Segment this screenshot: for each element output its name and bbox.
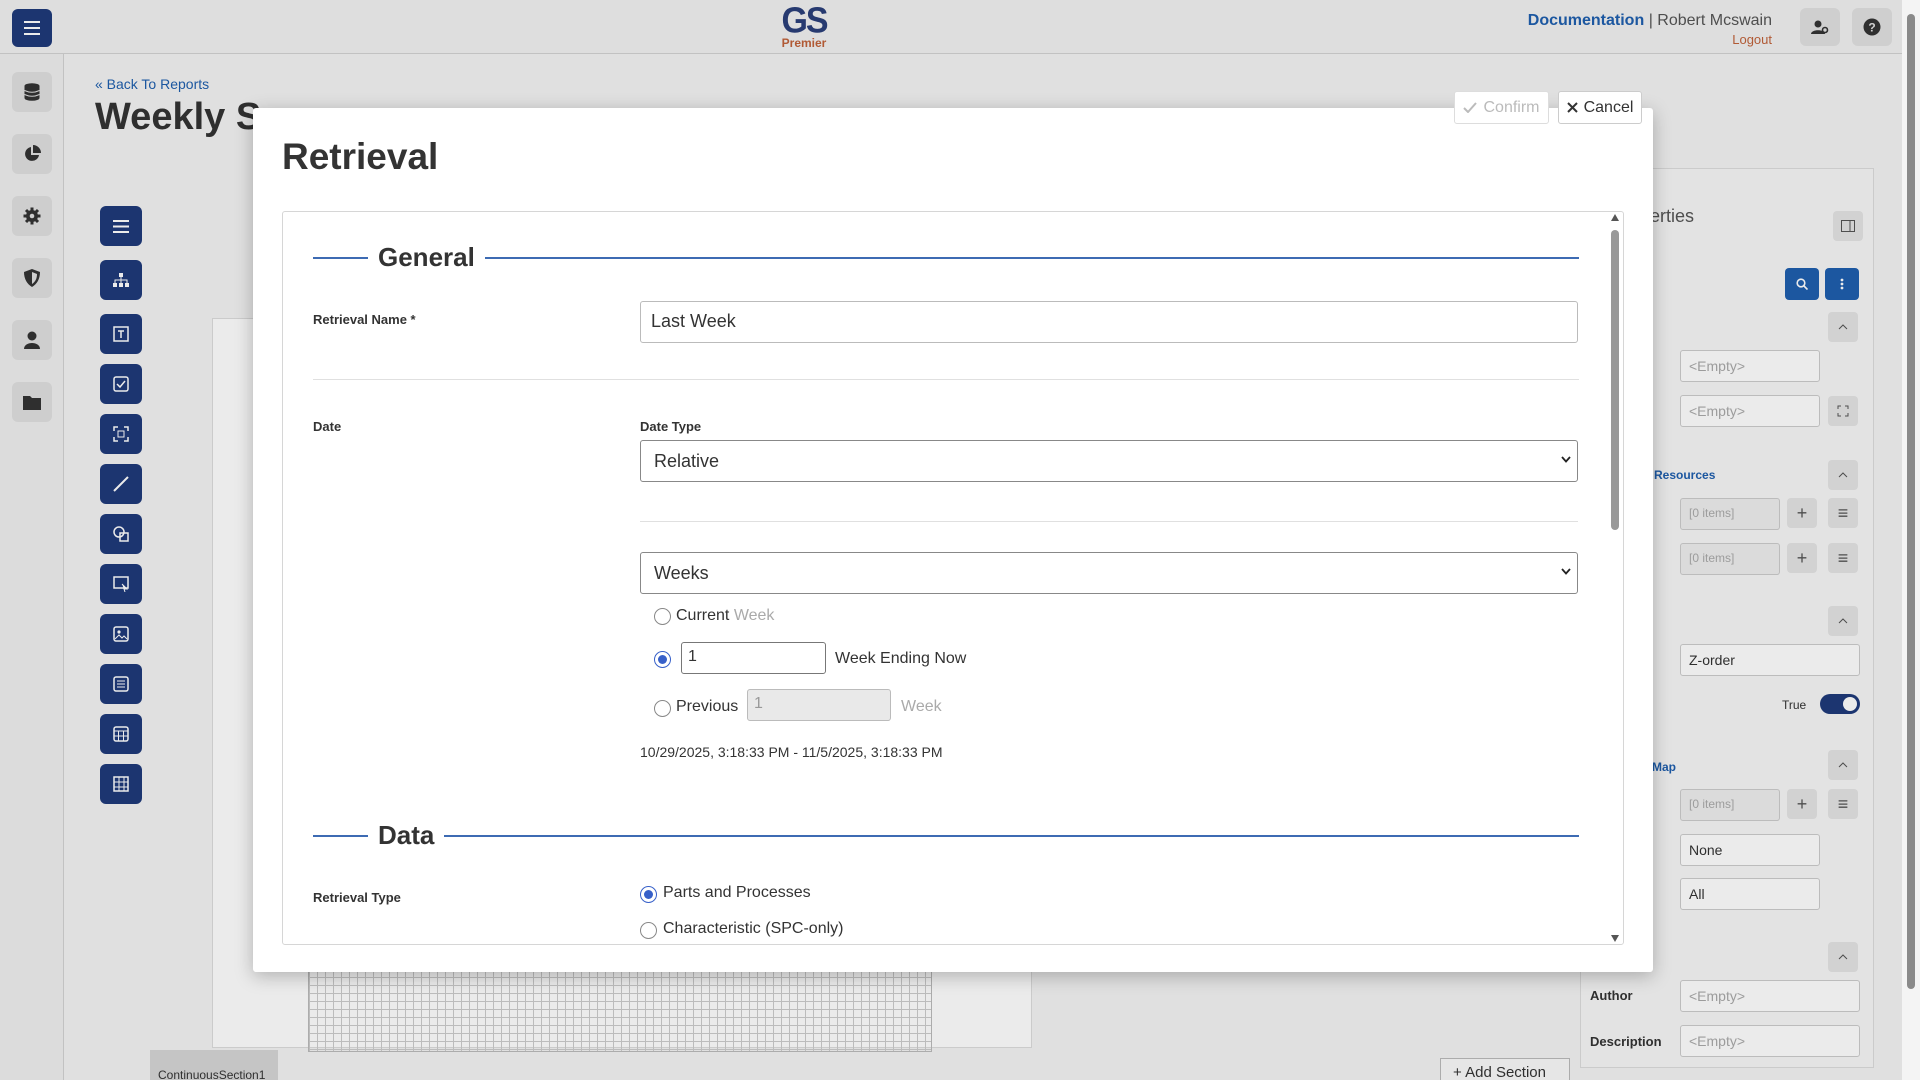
chevron-down-icon — [1561, 456, 1571, 463]
page-scroll-thumb[interactable] — [1907, 14, 1915, 989]
parts-processes-label: Parts and Processes — [663, 884, 811, 901]
current-option-label: Current Week — [676, 607, 774, 625]
general-section-title: General — [378, 242, 475, 272]
check-icon — [1463, 102, 1478, 113]
general-section-header: General — [313, 242, 1579, 273]
scroll-thumb[interactable] — [1611, 230, 1619, 530]
divider — [313, 379, 1579, 380]
form-scrollbar[interactable] — [1607, 212, 1623, 944]
retrieval-type-label: Retrieval Type — [313, 890, 401, 905]
dialog-title: Retrieval — [282, 136, 439, 177]
date-type-label: Date Type — [640, 419, 702, 434]
previous-label: Previous — [676, 698, 739, 715]
date-label: Date — [313, 419, 342, 434]
cancel-label: Cancel — [1583, 98, 1634, 116]
period-select[interactable]: Weeks — [640, 552, 1578, 594]
current-unit: Week — [733, 607, 775, 624]
count-radio[interactable] — [654, 651, 671, 668]
cancel-button[interactable]: Cancel — [1558, 91, 1642, 124]
period-value: Weeks — [654, 563, 709, 583]
data-section-header: Data — [313, 820, 1579, 851]
divider — [640, 521, 1578, 522]
previous-count-input[interactable]: 1 — [747, 689, 891, 721]
previous-radio[interactable] — [654, 700, 671, 717]
date-range-text: 10/29/2025, 3:18:33 PM - 11/5/2025, 3:18… — [640, 744, 943, 760]
current-label: Current — [676, 607, 730, 624]
retrieval-name-input[interactable]: Last Week — [640, 301, 1578, 343]
data-section-title: Data — [378, 820, 435, 850]
characteristic-radio[interactable] — [640, 922, 657, 939]
retrieval-name-label: Retrieval Name * — [313, 312, 416, 327]
retrieval-dialog: Retrieval General Retrieval Name * Last … — [253, 108, 1653, 972]
previous-unit: Week — [901, 698, 942, 715]
week-count-input[interactable]: 1 — [681, 642, 826, 674]
date-type-select[interactable]: Relative — [640, 440, 1578, 482]
scroll-up-icon[interactable] — [1611, 214, 1619, 221]
retrieval-form-panel: General Retrieval Name * Last Week Date … — [282, 211, 1624, 945]
parts-processes-radio[interactable] — [640, 886, 657, 903]
characteristic-label: Characteristic (SPC-only) — [663, 920, 844, 937]
chevron-down-icon — [1561, 568, 1571, 575]
page-scrollbar[interactable] — [1902, 0, 1920, 1080]
confirm-label: Confirm — [1483, 98, 1540, 116]
date-type-value: Relative — [654, 451, 720, 471]
confirm-button[interactable]: Confirm — [1454, 91, 1549, 124]
week-ending-now-label: Week Ending Now — [835, 650, 967, 667]
scroll-down-icon[interactable] — [1611, 935, 1619, 942]
close-icon — [1566, 102, 1578, 113]
current-radio[interactable] — [654, 608, 671, 625]
